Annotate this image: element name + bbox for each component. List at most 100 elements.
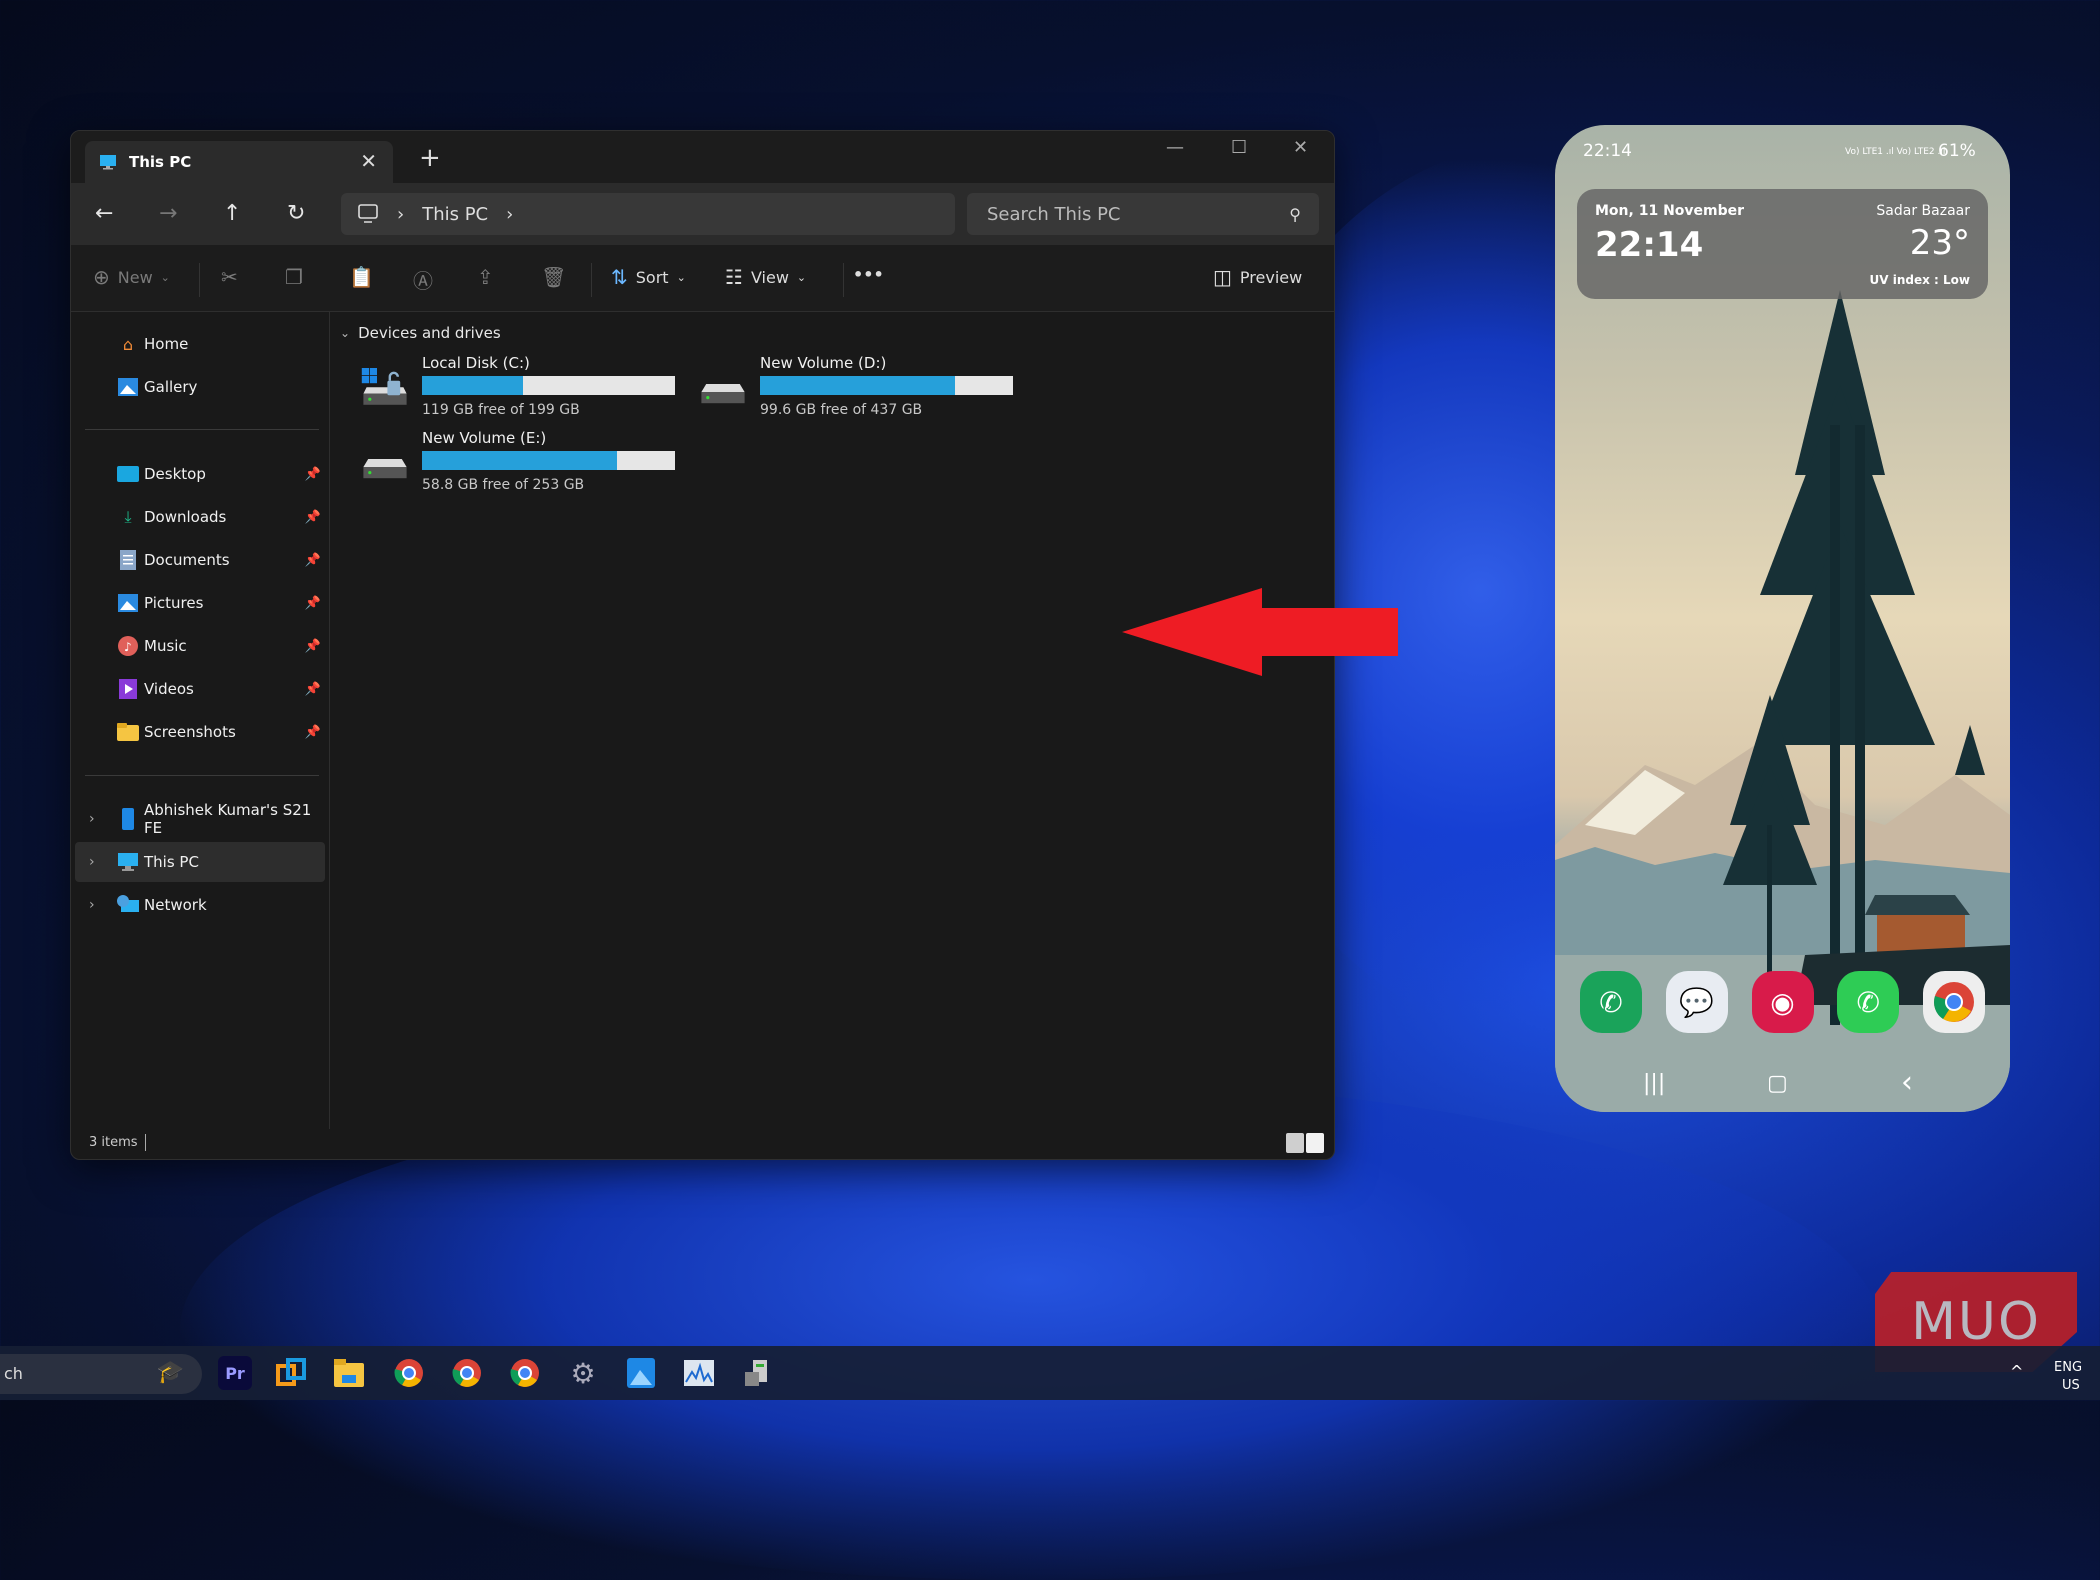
delete-button[interactable]: 🗑 <box>541 265 566 289</box>
preview-pane-button[interactable]: ◫ Preview <box>1213 265 1302 289</box>
up-button[interactable]: ↑ <box>223 201 241 226</box>
chevron-right-icon[interactable]: › <box>89 811 95 827</box>
back-button-phone[interactable]: ‹ <box>1901 1065 1913 1100</box>
device-manager-icon[interactable] <box>740 1356 774 1390</box>
sidebar-item-label: Abhishek Kumar's S21 FE <box>144 801 312 837</box>
premiere-pro-icon[interactable]: Pr <box>218 1356 252 1390</box>
download-icon: ⤓ <box>124 507 132 526</box>
copy-button[interactable]: ❐ <box>285 265 303 289</box>
chrome-icon[interactable] <box>508 1356 542 1390</box>
status-divider <box>145 1134 146 1151</box>
pin-icon[interactable]: 📌 <box>305 596 321 611</box>
sidebar-item-home[interactable]: ⌂ Home <box>71 324 329 364</box>
refresh-button[interactable]: ↻ <box>287 201 305 226</box>
recents-button[interactable]: ||| <box>1643 1071 1665 1096</box>
sidebar-item-videos[interactable]: Videos 📌 <box>71 669 329 709</box>
minimize-button[interactable]: — <box>1166 137 1184 158</box>
show-hidden-icons-button[interactable]: ^ <box>2010 1362 2023 1381</box>
maximize-button[interactable]: ☐ <box>1231 137 1247 158</box>
breadcrumb-this-pc[interactable]: This PC <box>422 204 488 225</box>
pc-icon <box>100 155 116 170</box>
toolbar-divider <box>843 263 844 297</box>
sidebar-item-documents[interactable]: Documents 📌 <box>71 540 329 580</box>
sidebar-item-label: This PC <box>144 853 199 871</box>
pin-icon[interactable]: 📌 <box>305 725 321 740</box>
scissors-icon: ✂ <box>221 265 238 289</box>
resource-monitor-icon[interactable] <box>682 1356 716 1390</box>
toolbar-divider <box>591 263 592 297</box>
paste-button[interactable]: 📋 <box>349 265 374 289</box>
view-label: View <box>750 267 789 287</box>
sort-button[interactable]: ⇅ Sort ⌄ <box>611 265 686 289</box>
pin-icon[interactable]: 📌 <box>305 639 321 654</box>
sidebar-item-downloads[interactable]: ⤓ Downloads 📌 <box>71 497 329 537</box>
drive-d[interactable]: New Volume (D:) 99.6 GB free of 437 GB <box>694 354 1024 424</box>
sidebar-item-music[interactable]: ♪ Music 📌 <box>71 626 329 666</box>
taskbar-search[interactable]: ch 🎓 <box>0 1354 202 1394</box>
settings-gear-icon[interactable]: ⚙ <box>566 1356 600 1390</box>
pin-icon[interactable]: 📌 <box>305 553 321 568</box>
pin-icon[interactable]: 📌 <box>305 682 321 697</box>
cut-button[interactable]: ✂ <box>221 265 238 289</box>
rename-button[interactable]: Ⓐ <box>413 265 433 294</box>
chrome-icon[interactable] <box>392 1356 426 1390</box>
phone-status-time: 22:14 <box>1583 141 1632 161</box>
chrome-icon[interactable] <box>450 1356 484 1390</box>
sidebar-item-label: Desktop <box>144 465 206 483</box>
sidebar-item-network[interactable]: › Network <box>71 885 329 925</box>
forward-button[interactable]: → <box>159 201 177 226</box>
chrome-app-icon[interactable] <box>1923 971 1985 1033</box>
drive-e[interactable]: New Volume (E:) 58.8 GB free of 253 GB <box>356 429 686 499</box>
photos-icon[interactable] <box>624 1356 658 1390</box>
share-button[interactable]: ⇪ <box>477 265 494 289</box>
chevron-right-icon[interactable]: › <box>397 204 404 225</box>
plus-circle-icon: ⊕ <box>93 265 110 289</box>
vmware-icon[interactable] <box>274 1356 308 1390</box>
sidebar-item-desktop[interactable]: Desktop 📌 <box>71 454 329 494</box>
new-button[interactable]: ⊕ New ⌄ <box>93 265 170 289</box>
camera-app-icon[interactable]: ◉ <box>1751 971 1814 1033</box>
home-button[interactable]: ▢ <box>1767 1071 1788 1096</box>
pin-icon[interactable]: 📌 <box>305 510 321 525</box>
whatsapp-app-icon[interactable]: ✆ <box>1837 971 1900 1033</box>
close-tab-icon[interactable]: ✕ <box>360 149 377 173</box>
file-explorer-icon[interactable] <box>332 1356 366 1390</box>
sidebar-item-screenshots[interactable]: Screenshots 📌 <box>71 712 329 752</box>
chevron-right-icon[interactable]: › <box>506 204 513 225</box>
search-box[interactable]: Search This PC ⚲ <box>967 193 1319 235</box>
clock-weather-widget[interactable]: Mon, 11 November 22:14 Sadar Bazaar 23° … <box>1577 189 1988 299</box>
drive-free-space: 119 GB free of 199 GB <box>422 402 580 418</box>
chevron-right-icon[interactable]: › <box>89 854 95 870</box>
sidebar-item-pictures[interactable]: Pictures 📌 <box>71 583 329 623</box>
sidebar-item-phone[interactable]: › Abhishek Kumar's S21 FE <box>71 799 329 839</box>
sidebar-item-gallery[interactable]: Gallery <box>71 367 329 407</box>
sidebar-item-this-pc[interactable]: › This PC <box>75 842 325 882</box>
folder-icon <box>117 722 139 742</box>
drive-c[interactable]: Local Disk (C:) 119 GB free of 199 GB <box>356 354 686 424</box>
region-indicator[interactable]: US <box>2062 1378 2080 1393</box>
phone-signal-icons: Vo) LTE1 .ıl Vo) LTE2 .ıl <box>1845 147 1946 157</box>
group-header-devices[interactable]: ⌄ Devices and drives <box>340 324 501 342</box>
pc-icon <box>117 852 139 872</box>
more-options-button[interactable]: ••• <box>853 265 884 284</box>
address-bar[interactable]: › This PC › <box>341 193 955 235</box>
drive-name: New Volume (E:) <box>422 429 547 447</box>
search-input[interactable]: Search This PC <box>987 204 1289 225</box>
close-window-button[interactable]: ✕ <box>1293 137 1308 158</box>
back-button[interactable]: ← <box>95 201 113 226</box>
details-view-button[interactable] <box>1286 1133 1304 1153</box>
sidebar-item-label: Pictures <box>144 594 204 612</box>
view-button[interactable]: ☷ View ⌄ <box>725 265 806 289</box>
messages-app-icon[interactable]: 💬 <box>1665 971 1728 1033</box>
widget-uv-index: UV index : Low <box>1869 273 1970 287</box>
new-tab-button[interactable]: + <box>419 143 441 173</box>
app-dock: ✆ 💬 ◉ ✆ <box>1580 971 1985 1033</box>
share-icon: ⇪ <box>477 265 494 289</box>
tab-this-pc[interactable]: This PC ✕ <box>85 141 393 183</box>
chevron-right-icon[interactable]: › <box>89 897 95 913</box>
tiles-view-button[interactable] <box>1306 1133 1324 1153</box>
language-indicator[interactable]: ENG <box>2054 1360 2082 1375</box>
phone-app-icon[interactable]: ✆ <box>1580 971 1642 1033</box>
pin-icon[interactable]: 📌 <box>305 467 321 482</box>
widget-temperature: 23° <box>1909 223 1970 263</box>
